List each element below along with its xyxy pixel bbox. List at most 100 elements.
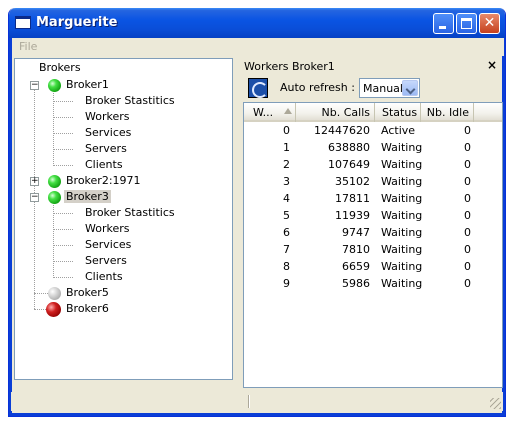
tree-item-broker2[interactable]: + Broker2:1971 xyxy=(15,173,215,189)
table-cell: 17811 xyxy=(335,192,370,205)
table-row[interactable]: 3 35102 Waiting 0 xyxy=(244,174,502,191)
status-green-icon xyxy=(48,79,61,92)
table-cell: Waiting xyxy=(381,260,423,273)
status-red-icon xyxy=(46,302,61,317)
status-grey-icon xyxy=(48,287,61,300)
close-button[interactable]: ✕ xyxy=(479,13,500,34)
dock-toolbar: Auto refresh : Manual xyxy=(241,77,500,99)
sort-ascending-icon xyxy=(284,108,292,114)
tree-root-brokers[interactable]: Brokers xyxy=(39,61,81,74)
dock-close-icon[interactable]: × xyxy=(487,58,497,72)
table-cell: 0 xyxy=(464,124,471,137)
table-cell: Waiting xyxy=(381,158,423,171)
table-cell: Waiting xyxy=(381,226,423,239)
table-cell: 0 xyxy=(464,158,471,171)
table-row[interactable]: 7 7810 Waiting 0 xyxy=(244,242,502,259)
minimize-button[interactable] xyxy=(433,13,454,34)
tree-item-broker5[interactable]: Broker5 xyxy=(15,285,215,301)
resize-grip-icon[interactable] xyxy=(490,398,501,409)
tree-item-broker1[interactable]: − Broker1 xyxy=(15,77,215,93)
table-row[interactable]: 4 17811 Waiting 0 xyxy=(244,191,502,208)
tree-connector xyxy=(53,93,54,164)
tree-connector xyxy=(53,117,73,118)
menu-file[interactable]: File xyxy=(19,40,37,53)
table-cell: 0 xyxy=(283,124,290,137)
table-cell: 7810 xyxy=(342,243,370,256)
chevron-down-icon[interactable] xyxy=(402,80,418,96)
collapse-icon[interactable]: − xyxy=(30,81,39,90)
table-cell: 6 xyxy=(283,226,290,239)
tree-item-broker3[interactable]: − Broker3 xyxy=(15,189,215,205)
table-cell: 8 xyxy=(283,260,290,273)
status-green-icon xyxy=(48,175,61,188)
table-cell: Waiting xyxy=(381,192,423,205)
workers-table[interactable]: W... Nb. Calls Status Nb. Idle 0 12447620… xyxy=(243,102,503,388)
table-row[interactable]: 0 12447620 Active 0 xyxy=(244,123,502,140)
table-cell: Active xyxy=(381,124,416,137)
table-cell: 0 xyxy=(464,141,471,154)
tree-item-label: Broker3 xyxy=(64,190,111,203)
table-row[interactable]: 2 107649 Waiting 0 xyxy=(244,157,502,174)
app-icon xyxy=(15,16,31,29)
table-cell: 9747 xyxy=(342,226,370,239)
status-green-icon xyxy=(48,191,61,204)
table-cell: 0 xyxy=(464,226,471,239)
table-row[interactable]: 9 5986 Waiting 0 xyxy=(244,276,502,293)
table-cell: 2 xyxy=(283,158,290,171)
auto-refresh-value: Manual xyxy=(363,82,403,95)
table-cell: 6659 xyxy=(342,260,370,273)
table-cell: 5986 xyxy=(342,277,370,290)
table-cell: 3 xyxy=(283,175,290,188)
collapse-icon[interactable]: − xyxy=(30,193,39,202)
window-title: Marguerite xyxy=(36,15,118,30)
table-cell: 0 xyxy=(464,243,471,256)
table-cell: 1 xyxy=(283,141,290,154)
table-cell: 35102 xyxy=(335,175,370,188)
broker-tree[interactable]: Brokers − Broker1 Broker Stastitics Work… xyxy=(14,58,233,380)
table-cell: 4 xyxy=(283,192,290,205)
refresh-button[interactable] xyxy=(248,78,268,98)
maximize-icon xyxy=(461,18,472,29)
tree-connector xyxy=(53,213,73,214)
table-cell: 5 xyxy=(283,209,290,222)
table-cell: 0 xyxy=(464,277,471,290)
table-row[interactable]: 1 638880 Waiting 0 xyxy=(244,140,502,157)
tree-connector xyxy=(53,277,73,278)
column-header-worker[interactable]: W... xyxy=(244,103,296,122)
tree-item-label: Broker1 xyxy=(66,78,109,91)
auto-refresh-select[interactable]: Manual xyxy=(359,78,420,98)
close-icon: ✕ xyxy=(483,15,496,31)
column-header-status[interactable]: Status xyxy=(375,103,421,122)
dock-title: Workers Broker1 xyxy=(244,60,335,73)
tree-item-broker6[interactable]: Broker6 xyxy=(15,301,215,317)
maximize-button[interactable] xyxy=(456,13,477,34)
column-header-nb-idle[interactable]: Nb. Idle xyxy=(421,103,474,122)
expand-icon[interactable]: + xyxy=(30,177,39,186)
table-cell: Waiting xyxy=(381,175,423,188)
table-header: W... Nb. Calls Status Nb. Idle xyxy=(244,103,502,122)
table-row[interactable]: 5 11939 Waiting 0 xyxy=(244,208,502,225)
table-row[interactable]: 6 9747 Waiting 0 xyxy=(244,225,502,242)
tree-connector xyxy=(53,133,73,134)
tree-item-label: Broker6 xyxy=(66,302,109,315)
menu-bar: File xyxy=(12,38,504,56)
table-cell: 638880 xyxy=(328,141,370,154)
column-header-nb-calls[interactable]: Nb. Calls xyxy=(296,103,375,122)
table-cell: 0 xyxy=(464,209,471,222)
tree-connector xyxy=(53,149,73,150)
status-bar xyxy=(11,392,503,411)
tree-connector xyxy=(53,165,73,166)
table-cell: Waiting xyxy=(381,277,423,290)
table-cell: 7 xyxy=(283,243,290,256)
table-cell: 12447620 xyxy=(314,124,370,137)
table-cell: 0 xyxy=(464,175,471,188)
minimize-icon xyxy=(439,26,446,29)
tree-item-label: Broker2:1971 xyxy=(66,174,141,187)
title-bar[interactable]: Marguerite ✕ xyxy=(9,8,505,38)
table-cell: 0 xyxy=(464,260,471,273)
table-cell: Waiting xyxy=(381,141,423,154)
pane-splitter[interactable] xyxy=(234,58,238,380)
table-row[interactable]: 8 6659 Waiting 0 xyxy=(244,259,502,276)
dock-title-bar[interactable]: Workers Broker1 × xyxy=(241,58,500,75)
table-cell: 107649 xyxy=(328,158,370,171)
